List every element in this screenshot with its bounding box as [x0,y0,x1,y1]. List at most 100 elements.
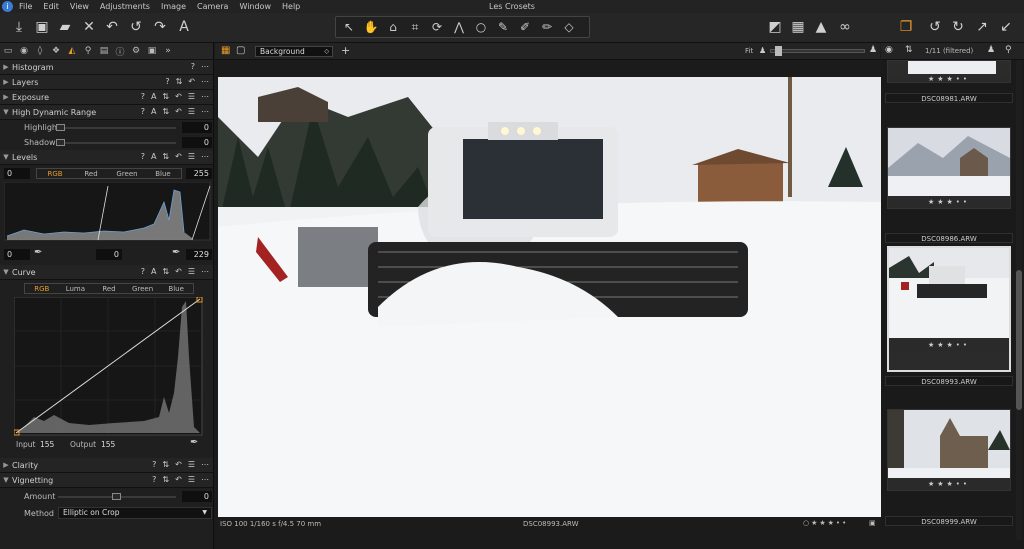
reset-icon[interactable]: ↶ [175,152,182,161]
exposure-section-header[interactable]: ▶ Exposure ? A ⇅ ↶ ☰ ⋯ [0,90,213,105]
rating-stars[interactable]: ★★★•• [888,74,1010,82]
help-icon[interactable]: ? [191,62,195,71]
alert-icon[interactable]: ▲ [812,17,830,37]
color-tab-icon[interactable]: ❖ [48,46,64,56]
menu-camera[interactable]: Camera [197,2,228,11]
capture-tab-icon[interactable]: ◉ [16,46,32,56]
crop-icon[interactable]: ⌗ [406,19,424,35]
lens-tab-icon[interactable]: ◊ [32,46,48,56]
highlight-slider-handle[interactable] [56,124,65,131]
hdr-section-header[interactable]: ▼ High Dynamic Range ? A ⇅ ↶ ☰ ⋯ [0,105,213,120]
details-tab-icon[interactable]: ⚲ [80,46,96,56]
library-tab-icon[interactable]: ▭ [0,46,16,56]
keystone-icon[interactable]: ⋀ [450,19,468,35]
import-icon[interactable]: ⤓ [10,17,28,37]
auto-icon[interactable]: A [151,267,156,276]
curve-section-header[interactable]: ▼ Curve ? A ⇅ ↶ ☰ ⋯ [0,265,213,280]
rotate-left-icon[interactable]: ↺ [926,17,944,37]
list-icon[interactable]: ☰ [188,475,195,484]
copy-icon[interactable]: ⇅ [162,460,169,469]
curve-tab-rgb[interactable]: RGB [25,284,59,293]
highlight-slider[interactable] [58,127,176,129]
help-icon[interactable]: ? [141,267,145,276]
levels-output-high[interactable]: 229 [186,249,212,260]
shadow-slider-handle[interactable] [56,139,65,146]
curve-picker-icon[interactable]: ✒ [190,437,198,448]
thumbnail-1[interactable]: ★★★•• [887,60,1011,83]
copy-icon[interactable]: ⇅ [162,267,169,276]
amount-value[interactable]: 0 [182,491,212,502]
help-icon[interactable]: ? [141,92,145,101]
text-icon[interactable]: A [175,17,193,37]
output-tab-icon[interactable]: ⚙ [128,46,144,56]
menu-icon[interactable]: ⋯ [201,460,209,469]
levels-output-mid[interactable]: 0 [96,249,122,260]
rating-stars[interactable]: ★★★•• [888,197,1010,208]
metadata-tab-icon[interactable]: ⓘ [112,45,128,58]
help-icon[interactable]: ? [141,152,145,161]
help-icon[interactable]: ? [152,460,156,469]
list-icon[interactable]: ☰ [188,460,195,469]
glasses-icon[interactable]: ∞ [836,17,854,37]
thumbnail-3-selected[interactable]: ★★★•• [887,246,1011,372]
vignetting-section-header[interactable]: ▼ Vignetting ? ⇅ ↶ ☰ ⋯ [0,473,213,488]
reset-icon[interactable]: ↶ [175,475,182,484]
menu-help[interactable]: Help [282,2,300,11]
menu-icon[interactable]: ⋯ [201,152,209,161]
export-icon[interactable]: ↗ [973,17,991,37]
copy-icon[interactable]: ⇅ [162,152,169,161]
multi-view-icon[interactable]: ▦ [221,45,230,56]
rotate-right-icon[interactable]: ↻ [949,17,967,37]
grid-icon[interactable]: ▦ [789,17,807,37]
copy-icon[interactable]: ⇅ [162,92,169,101]
brush-icon[interactable]: ✎ [494,19,512,35]
menu-icon[interactable]: ⋯ [201,267,209,276]
camera-icon[interactable]: ▣ [33,17,51,37]
shadow-value[interactable]: 0 [182,137,212,148]
single-view-icon[interactable]: ▢ [236,45,245,56]
delete-icon[interactable]: ✕ [80,17,98,37]
circle-icon[interactable]: ○ [472,19,490,35]
copy-icon[interactable]: ⇅ [162,107,169,116]
auto-icon[interactable]: A [151,152,156,161]
menu-icon[interactable]: ⋯ [201,77,209,86]
menu-image[interactable]: Image [161,2,186,11]
layer-select[interactable]: Background ◇ [255,46,333,57]
layers-section-header[interactable]: ▶ Layers ? ⇅ ↶ ⋯ [0,75,213,90]
auto-icon[interactable]: A [151,107,156,116]
browser-scrollbar[interactable] [1016,60,1022,540]
method-select[interactable]: Elliptic on Crop ▼ [58,507,212,519]
exposure-tab-icon[interactable]: ◭ [64,46,80,56]
shadow-slider[interactable] [58,142,176,144]
stack-icon[interactable]: ❐ [897,17,915,37]
folder-icon[interactable]: ▰ [56,17,74,37]
rating-stars[interactable]: ★★★•• [888,479,1010,490]
copy-icon[interactable]: ⇅ [176,77,183,86]
histogram-section-header[interactable]: ▶ Histogram ? ⋯ [0,60,213,75]
loupe-icon[interactable]: ⌂ [384,19,402,35]
levels-tab-rgb[interactable]: RGB [37,169,73,178]
auto-icon[interactable]: A [151,92,156,101]
levels-section-header[interactable]: ▼ Levels ? A ⇅ ↶ ☰ ⋯ [0,150,213,165]
curve-tab-red[interactable]: Red [92,284,126,293]
add-layer-icon[interactable]: + [341,44,350,57]
curve-graph[interactable] [14,297,204,437]
help-icon[interactable]: ? [141,107,145,116]
pan-icon[interactable]: ✋ [362,19,380,35]
menu-icon[interactable]: ⋯ [201,475,209,484]
menu-adjustments[interactable]: Adjustments [100,2,150,11]
reset-icon[interactable]: ↶ [188,77,195,86]
clarity-section-header[interactable]: ▶ Clarity ? ⇅ ↶ ☰ ⋯ [0,458,213,473]
help-icon[interactable]: ? [152,475,156,484]
menu-icon[interactable]: ⋯ [201,92,209,101]
fill-icon[interactable]: ✏ [538,19,556,35]
highlight-value[interactable]: 0 [182,122,212,133]
curve-tab-green[interactable]: Green [126,284,160,293]
amount-slider-handle[interactable] [112,493,121,500]
main-photo[interactable] [218,77,881,517]
fit-label[interactable]: Fit [745,47,753,55]
select-icon[interactable]: ↖ [340,19,358,35]
menu-view[interactable]: View [70,2,89,11]
reset-icon[interactable]: ↶ [175,92,182,101]
levels-histogram[interactable] [4,182,214,242]
